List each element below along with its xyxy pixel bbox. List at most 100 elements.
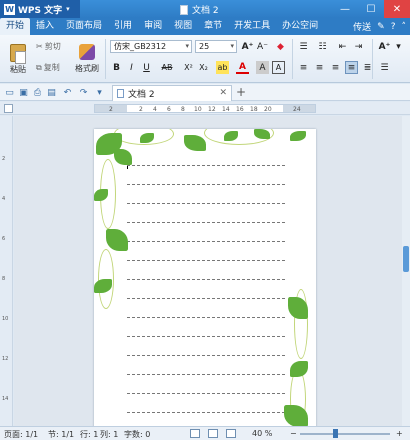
- zoom-slider-track[interactable]: [300, 433, 390, 435]
- vertical-ruler[interactable]: 2 4 6 8 10 12 14: [0, 116, 13, 426]
- lined-row: [127, 203, 285, 204]
- clear-format-icon[interactable]: ◆: [274, 40, 287, 53]
- leaf: [114, 149, 132, 165]
- ruler-mark: 4: [153, 106, 157, 113]
- save-icon[interactable]: ▣: [18, 87, 29, 98]
- scrollbar-thumb[interactable]: [403, 246, 409, 272]
- ruler-mark: 14: [222, 106, 230, 113]
- document-tab[interactable]: 文档 2 ✕: [112, 85, 232, 101]
- document-title: 文档 2: [192, 6, 219, 16]
- tab-home[interactable]: 开始: [0, 18, 31, 35]
- page-view-icon[interactable]: [190, 429, 200, 438]
- leaf: [290, 361, 308, 377]
- styles-button[interactable]: A⁺: [378, 40, 391, 53]
- char-border-icon[interactable]: A: [272, 61, 285, 74]
- ribbon-toggle-icon[interactable]: ˄: [402, 22, 407, 32]
- share-button[interactable]: 传送: [353, 20, 371, 33]
- tab-office-space[interactable]: 办公空间: [276, 18, 324, 35]
- lined-row: [127, 279, 285, 280]
- justify-icon[interactable]: ≡: [345, 61, 358, 74]
- paste-button[interactable]: 粘贴: [4, 39, 32, 79]
- vertical-scrollbar[interactable]: [402, 116, 410, 426]
- new-tab-button[interactable]: +: [236, 85, 246, 99]
- superscript-button[interactable]: X²: [182, 61, 195, 74]
- outline-view-icon[interactable]: [208, 429, 218, 438]
- quick-access-bar: ▭ ▣ ⎙ ▤ ↶ ↷ ▾ 文档 2 ✕ +: [0, 84, 410, 101]
- bullet-list-icon[interactable]: ☰: [297, 40, 310, 53]
- document-icon: [117, 89, 124, 98]
- zoom-slider-thumb[interactable]: [333, 429, 338, 438]
- format-painter-icon: [79, 44, 95, 60]
- close-button[interactable]: ✕: [384, 0, 410, 18]
- line-spacing-icon[interactable]: ☰: [378, 61, 391, 74]
- align-center-icon[interactable]: ≡: [313, 61, 326, 74]
- copy-button[interactable]: ⧉ 复制: [36, 62, 60, 73]
- shrink-font-icon[interactable]: A⁻: [256, 40, 269, 53]
- font-color-button[interactable]: A: [236, 61, 249, 74]
- styles-dropdown[interactable]: ▾: [392, 40, 405, 53]
- horizontal-ruler[interactable]: 2 2 4 6 8 10 12 14 16 18 20 24: [0, 102, 410, 115]
- underline-button[interactable]: U: [140, 61, 153, 74]
- chevron-down-icon: ▾: [230, 42, 234, 50]
- tab-page-layout[interactable]: 页面布局: [60, 18, 108, 35]
- document-area[interactable]: [14, 116, 402, 426]
- redo-icon[interactable]: ↷: [78, 87, 89, 98]
- document-page[interactable]: [94, 129, 316, 426]
- tab-view[interactable]: 视图: [168, 18, 198, 35]
- chevron-down-icon: ▾: [185, 42, 189, 50]
- print-icon[interactable]: ⎙: [32, 87, 43, 98]
- maximize-button[interactable]: ☐: [358, 0, 384, 18]
- web-view-icon[interactable]: [226, 429, 236, 438]
- char-shading-button[interactable]: A: [256, 61, 269, 74]
- highlight-button[interactable]: ab: [216, 61, 229, 74]
- align-left-icon[interactable]: ≡: [297, 61, 310, 74]
- copy-label: 复制: [43, 63, 60, 72]
- skin-icon[interactable]: ✎: [377, 22, 385, 32]
- cut-label: 剪切: [44, 42, 61, 51]
- help-button[interactable]: ?: [391, 22, 396, 32]
- zoom-out-button[interactable]: −: [290, 429, 297, 438]
- tab-chapter[interactable]: 章节: [198, 18, 228, 35]
- zoom-in-button[interactable]: +: [396, 429, 403, 438]
- tab-insert[interactable]: 插入: [30, 18, 60, 35]
- tab-review[interactable]: 审阅: [138, 18, 168, 35]
- font-name-select[interactable]: 仿宋_GB2312 ▾: [110, 40, 192, 53]
- ruler-mark: 4: [2, 196, 6, 202]
- more-tools-icon[interactable]: ▾: [94, 87, 105, 98]
- print-preview-icon[interactable]: ▤: [46, 87, 57, 98]
- close-icon[interactable]: ✕: [219, 88, 227, 98]
- subscript-button[interactable]: X₂: [197, 61, 210, 74]
- copy-icon: ⧉: [36, 62, 42, 72]
- decrease-indent-icon[interactable]: ⇤: [336, 40, 349, 53]
- bold-button[interactable]: B: [110, 61, 123, 74]
- app-menu-button[interactable]: W WPS 文字 ▾: [0, 0, 80, 18]
- numbered-list-icon[interactable]: ☷: [316, 40, 329, 53]
- menu-right-tools: 传送 ✎ ? ˄: [353, 18, 406, 35]
- format-painter-button[interactable]: 格式刷: [72, 39, 102, 79]
- lined-row: [127, 260, 285, 261]
- cut-button[interactable]: ✂ 剪切: [36, 41, 61, 52]
- tab-references[interactable]: 引用: [108, 18, 138, 35]
- minimize-button[interactable]: —: [332, 0, 358, 18]
- ruler-strip: 2 2 4 6 8 10 12 14 16 18 20 24: [94, 104, 316, 113]
- tab-developer[interactable]: 开发工具: [228, 18, 276, 35]
- leaf: [184, 135, 206, 151]
- app-name: WPS 文字: [18, 5, 63, 16]
- grow-font-button[interactable]: A⁺: [241, 40, 254, 53]
- align-right-icon[interactable]: ≡: [329, 61, 342, 74]
- increase-indent-icon[interactable]: ⇥: [352, 40, 365, 53]
- italic-button[interactable]: I: [125, 61, 138, 74]
- undo-icon[interactable]: ↶: [62, 87, 73, 98]
- strikethrough-button[interactable]: AB: [158, 61, 176, 74]
- ruler-mark: 8: [2, 276, 6, 282]
- tab-stop-selector[interactable]: [4, 104, 13, 113]
- document-tab-label: 文档 2: [128, 90, 155, 100]
- divider: [292, 39, 293, 79]
- ruler-mark: 18: [250, 106, 258, 113]
- lined-row: [127, 355, 285, 356]
- wps-logo-icon: W: [4, 3, 15, 15]
- open-folder-icon[interactable]: ▭: [4, 87, 15, 98]
- ruler-mark: 16: [236, 106, 244, 113]
- document-icon: [180, 4, 188, 15]
- font-size-select[interactable]: 25 ▾: [195, 40, 237, 53]
